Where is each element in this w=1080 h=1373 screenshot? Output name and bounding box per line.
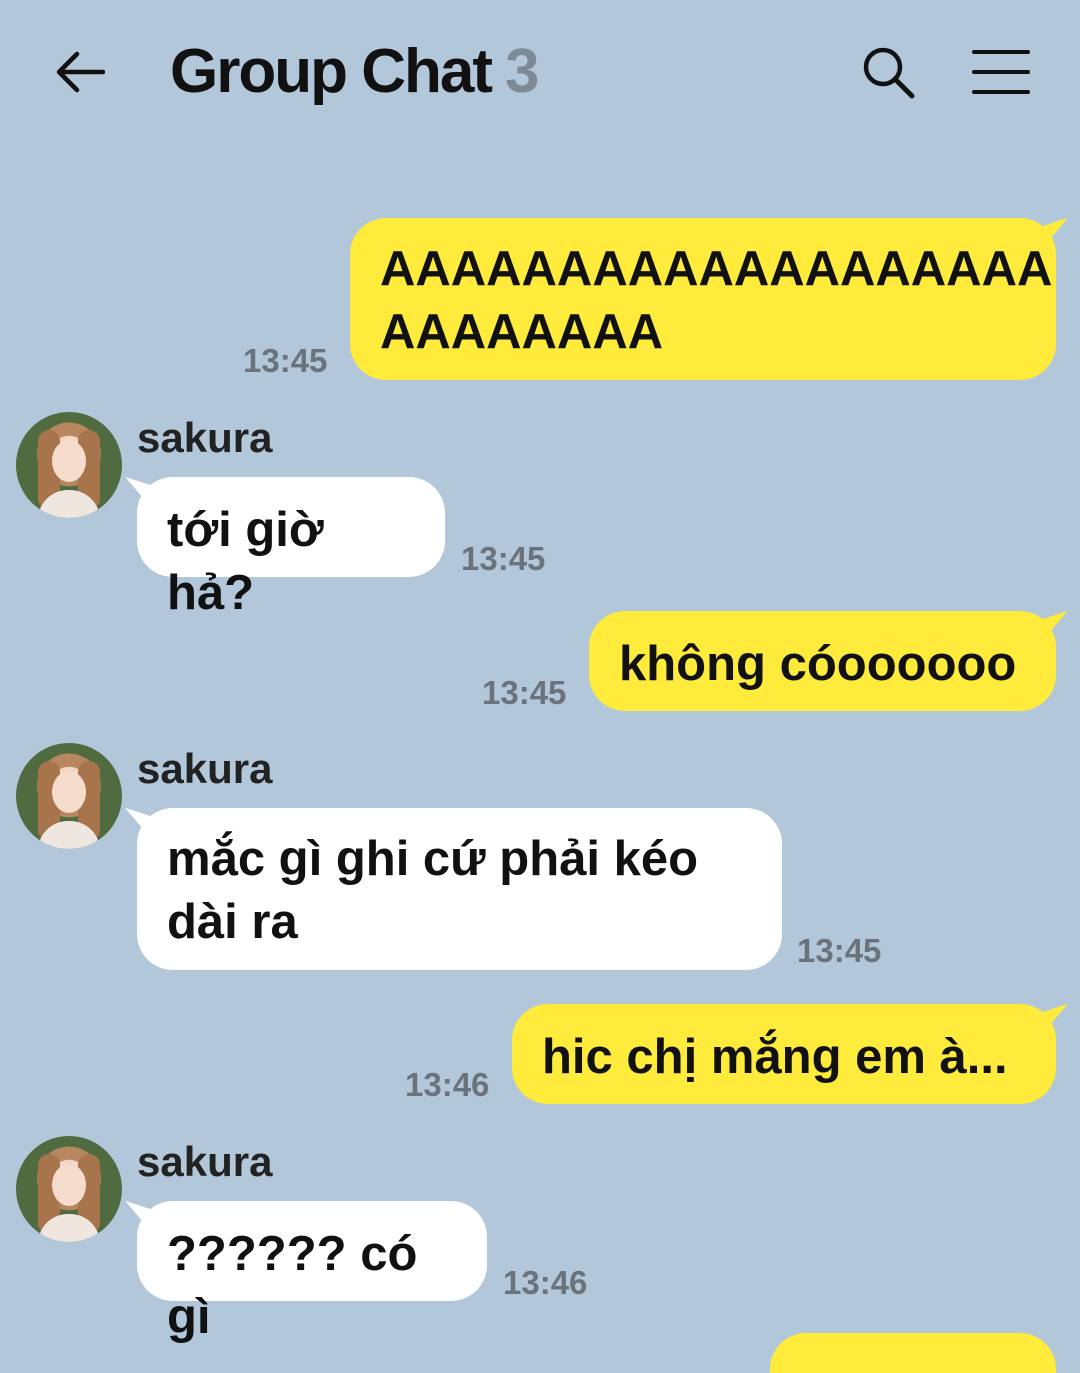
sender-name: sakura: [137, 745, 273, 792]
sender-name: sakura: [137, 414, 273, 461]
message-time: 13:45: [482, 674, 567, 711]
message-bubble-partial[interactable]: [770, 1333, 1056, 1373]
message-time: 13:45: [243, 342, 328, 379]
message-bubble[interactable]: tới giờ hả?: [137, 477, 445, 620]
menu-button[interactable]: [968, 42, 1034, 102]
chat-title-text: Group Chat: [170, 37, 493, 106]
avatar[interactable]: [16, 743, 122, 849]
hamburger-menu-icon: [972, 50, 1030, 94]
message-bubble[interactable]: hic chị mắng em à...: [512, 1004, 1056, 1104]
message-bubble[interactable]: ?????? có gì: [137, 1201, 487, 1344]
message-bubble[interactable]: AAAAAAAAAAAAAAAAAAA AAAAAAAA: [350, 218, 1056, 380]
search-button[interactable]: [858, 42, 918, 102]
message-time: 13:45: [461, 540, 546, 577]
arrow-left-icon: [56, 51, 105, 93]
message-time: 13:45: [797, 932, 882, 969]
back-button[interactable]: [50, 42, 110, 102]
chat-header: Group Chat 3: [0, 0, 1080, 150]
member-count: 3: [504, 37, 540, 106]
chat-title: Group Chat 3: [170, 36, 540, 107]
message-bubble[interactable]: mắc gì ghi cứ phải kéo dài ra: [137, 808, 782, 970]
message-time: 13:46: [503, 1264, 588, 1301]
sender-name: sakura: [137, 1138, 273, 1185]
avatar[interactable]: [16, 412, 122, 518]
avatar[interactable]: [16, 1136, 122, 1242]
search-icon: [863, 47, 915, 99]
message-bubble[interactable]: không cóoooooo: [589, 611, 1056, 711]
message-time: 13:46: [405, 1066, 490, 1103]
